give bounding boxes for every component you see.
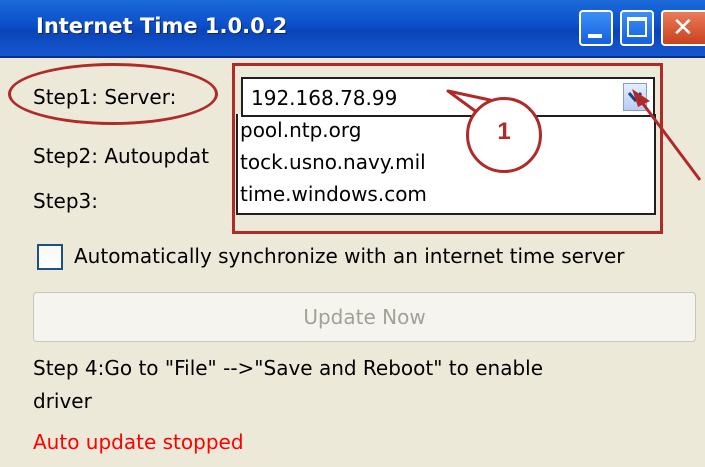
annotation-ellipse: [8, 63, 218, 125]
maximize-button[interactable]: [620, 10, 654, 46]
auto-sync-label[interactable]: Automatically synchronize with an intern…: [74, 244, 625, 268]
status-text: Auto update stopped: [33, 430, 244, 454]
window-title: Internet Time 1.0.0.2: [36, 14, 288, 38]
annotation-arrow: [632, 89, 702, 181]
title-bar[interactable]: Internet Time 1.0.0.2 ✕: [0, 0, 705, 58]
step4-instruction-continued: driver: [33, 389, 92, 413]
step4-instruction: Step 4:Go to "File" -->"Save and Reboot"…: [33, 356, 544, 380]
step2-label: Step2: Autoupdat: [33, 144, 209, 168]
update-now-button[interactable]: Update Now: [33, 292, 696, 342]
close-icon: ✕: [672, 13, 694, 43]
step3-label: Step3:: [33, 189, 98, 213]
maximize-icon: [627, 17, 647, 37]
minimize-icon: [588, 34, 602, 38]
callout-number: 1: [497, 118, 511, 145]
close-button[interactable]: ✕: [661, 10, 705, 46]
callout-badge: 1: [466, 97, 542, 173]
auto-sync-checkbox[interactable]: [37, 244, 63, 270]
internet-time-window: Internet Time 1.0.0.2 ✕ Step1: Server: S…: [0, 0, 705, 467]
minimize-button[interactable]: [579, 10, 613, 46]
